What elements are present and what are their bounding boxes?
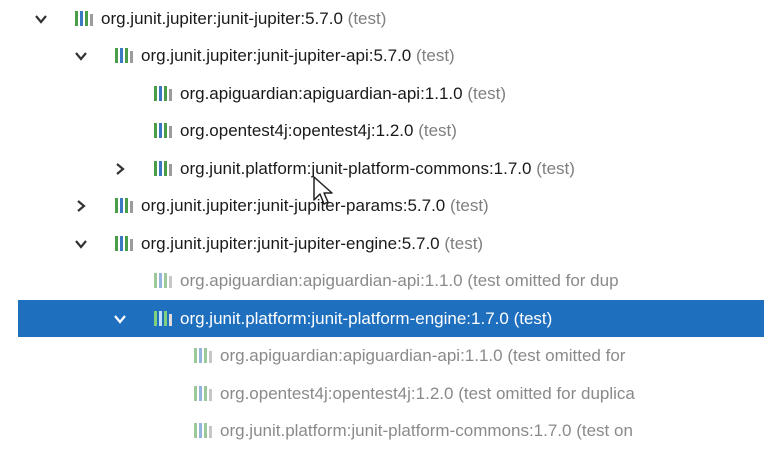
chevron-down-icon[interactable] [74, 237, 88, 251]
tree-row-apiguardian-api-omitted-2[interactable]: org.apiguardian:apiguardian-api:1.1.0 (t… [0, 337, 764, 374]
tree-row-junit-jupiter-api[interactable]: org.junit.jupiter:junit-jupiter-api:5.7.… [0, 37, 764, 74]
dependency-label: org.junit.jupiter:junit-jupiter:5.7.0 (t… [101, 9, 386, 29]
tree-row-junit-platform-commons[interactable]: org.junit.platform:junit-platform-common… [0, 150, 764, 187]
dependency-name: org.apiguardian:apiguardian-api:1.1.0 [180, 270, 463, 290]
dependency-name: org.junit.platform:junit-platform-engine… [180, 308, 509, 328]
library-icon [115, 236, 133, 251]
chevron-down-icon[interactable] [34, 12, 48, 26]
library-icon [115, 198, 133, 213]
library-icon [154, 161, 172, 176]
dependency-scope: (test) [418, 120, 457, 140]
tree-row-apiguardian-api[interactable]: org.apiguardian:apiguardian-api:1.1.0 (t… [0, 75, 764, 112]
dependency-scope: (test) [347, 8, 387, 28]
dependency-name: org.junit.jupiter:junit-jupiter-params:5… [141, 195, 446, 215]
dependency-label: org.apiguardian:apiguardian-api:1.1.0 (t… [220, 346, 625, 366]
tree-row-junit-platform-engine-selected[interactable]: org.junit.platform:junit-platform-engine… [18, 300, 764, 337]
library-icon [154, 86, 172, 101]
dependency-name: org.junit.jupiter:junit-jupiter-engine:5… [141, 233, 440, 253]
dependency-label: org.apiguardian:apiguardian-api:1.1.0 (t… [180, 84, 506, 104]
library-icon [115, 48, 133, 63]
dependency-label: org.junit.jupiter:junit-jupiter-api:5.7.… [141, 46, 455, 66]
dependency-scope: (test) [513, 308, 553, 328]
dependency-scope: (test omitted for dup [467, 270, 619, 290]
library-icon [75, 11, 93, 26]
library-icon [154, 311, 172, 326]
library-icon [194, 423, 212, 438]
dependency-name: org.junit.platform:junit-platform-common… [220, 420, 572, 440]
dependency-name: org.apiguardian:apiguardian-api:1.1.0 [220, 345, 503, 365]
chevron-right-icon[interactable] [74, 199, 88, 213]
dependency-name: org.apiguardian:apiguardian-api:1.1.0 [180, 83, 463, 103]
dependency-scope: (test omitted for [507, 345, 626, 365]
library-icon [154, 123, 172, 138]
dependency-scope: (test) [467, 83, 507, 103]
dependency-scope: (test) [416, 45, 455, 65]
dependency-scope: (test) [450, 195, 489, 215]
dependency-label: org.junit.jupiter:junit-jupiter-engine:5… [141, 234, 483, 254]
dependency-label: org.apiguardian:apiguardian-api:1.1.0 (t… [180, 271, 619, 291]
chevron-down-icon[interactable] [74, 49, 88, 63]
mouse-cursor-icon [313, 176, 333, 205]
dependency-name: org.opentest4j:opentest4j:1.2.0 [180, 120, 414, 140]
tree-row-apiguardian-api-omitted[interactable]: org.apiguardian:apiguardian-api:1.1.0 (t… [0, 262, 764, 299]
library-icon [194, 386, 212, 401]
tree-row-junit-platform-commons-omitted[interactable]: org.junit.platform:junit-platform-common… [0, 412, 764, 449]
chevron-right-icon[interactable] [113, 162, 127, 176]
dependency-scope: (test) [536, 158, 575, 178]
dependency-label: org.junit.platform:junit-platform-common… [220, 421, 633, 441]
tree-row-junit-jupiter[interactable]: org.junit.jupiter:junit-jupiter:5.7.0 (t… [0, 0, 764, 37]
library-icon [154, 273, 172, 288]
dependency-label: org.junit.platform:junit-platform-engine… [180, 309, 552, 329]
dependency-name: org.junit.jupiter:junit-jupiter:5.7.0 [101, 8, 343, 28]
dependency-label: org.junit.platform:junit-platform-common… [180, 159, 575, 179]
dependency-name: org.junit.jupiter:junit-jupiter-api:5.7.… [141, 45, 412, 65]
dependency-label: org.opentest4j:opentest4j:1.2.0 (test om… [220, 384, 635, 404]
dependency-scope: (test on [576, 420, 633, 440]
tree-row-junit-jupiter-engine[interactable]: org.junit.jupiter:junit-jupiter-engine:5… [0, 225, 764, 262]
library-icon [194, 348, 212, 363]
chevron-down-icon[interactable] [113, 312, 127, 326]
dependency-label: org.opentest4j:opentest4j:1.2.0 (test) [180, 121, 457, 141]
dependency-scope: (test) [444, 233, 484, 253]
tree-row-opentest4j[interactable]: org.opentest4j:opentest4j:1.2.0 (test) [0, 112, 764, 149]
dependency-name: org.junit.platform:junit-platform-common… [180, 158, 532, 178]
dependency-name: org.opentest4j:opentest4j:1.2.0 [220, 383, 454, 403]
dependency-scope: (test omitted for duplica [458, 383, 635, 403]
tree-row-junit-jupiter-params[interactable]: org.junit.jupiter:junit-jupiter-params:5… [0, 187, 764, 224]
tree-row-opentest4j-omitted[interactable]: org.opentest4j:opentest4j:1.2.0 (test om… [0, 375, 764, 412]
